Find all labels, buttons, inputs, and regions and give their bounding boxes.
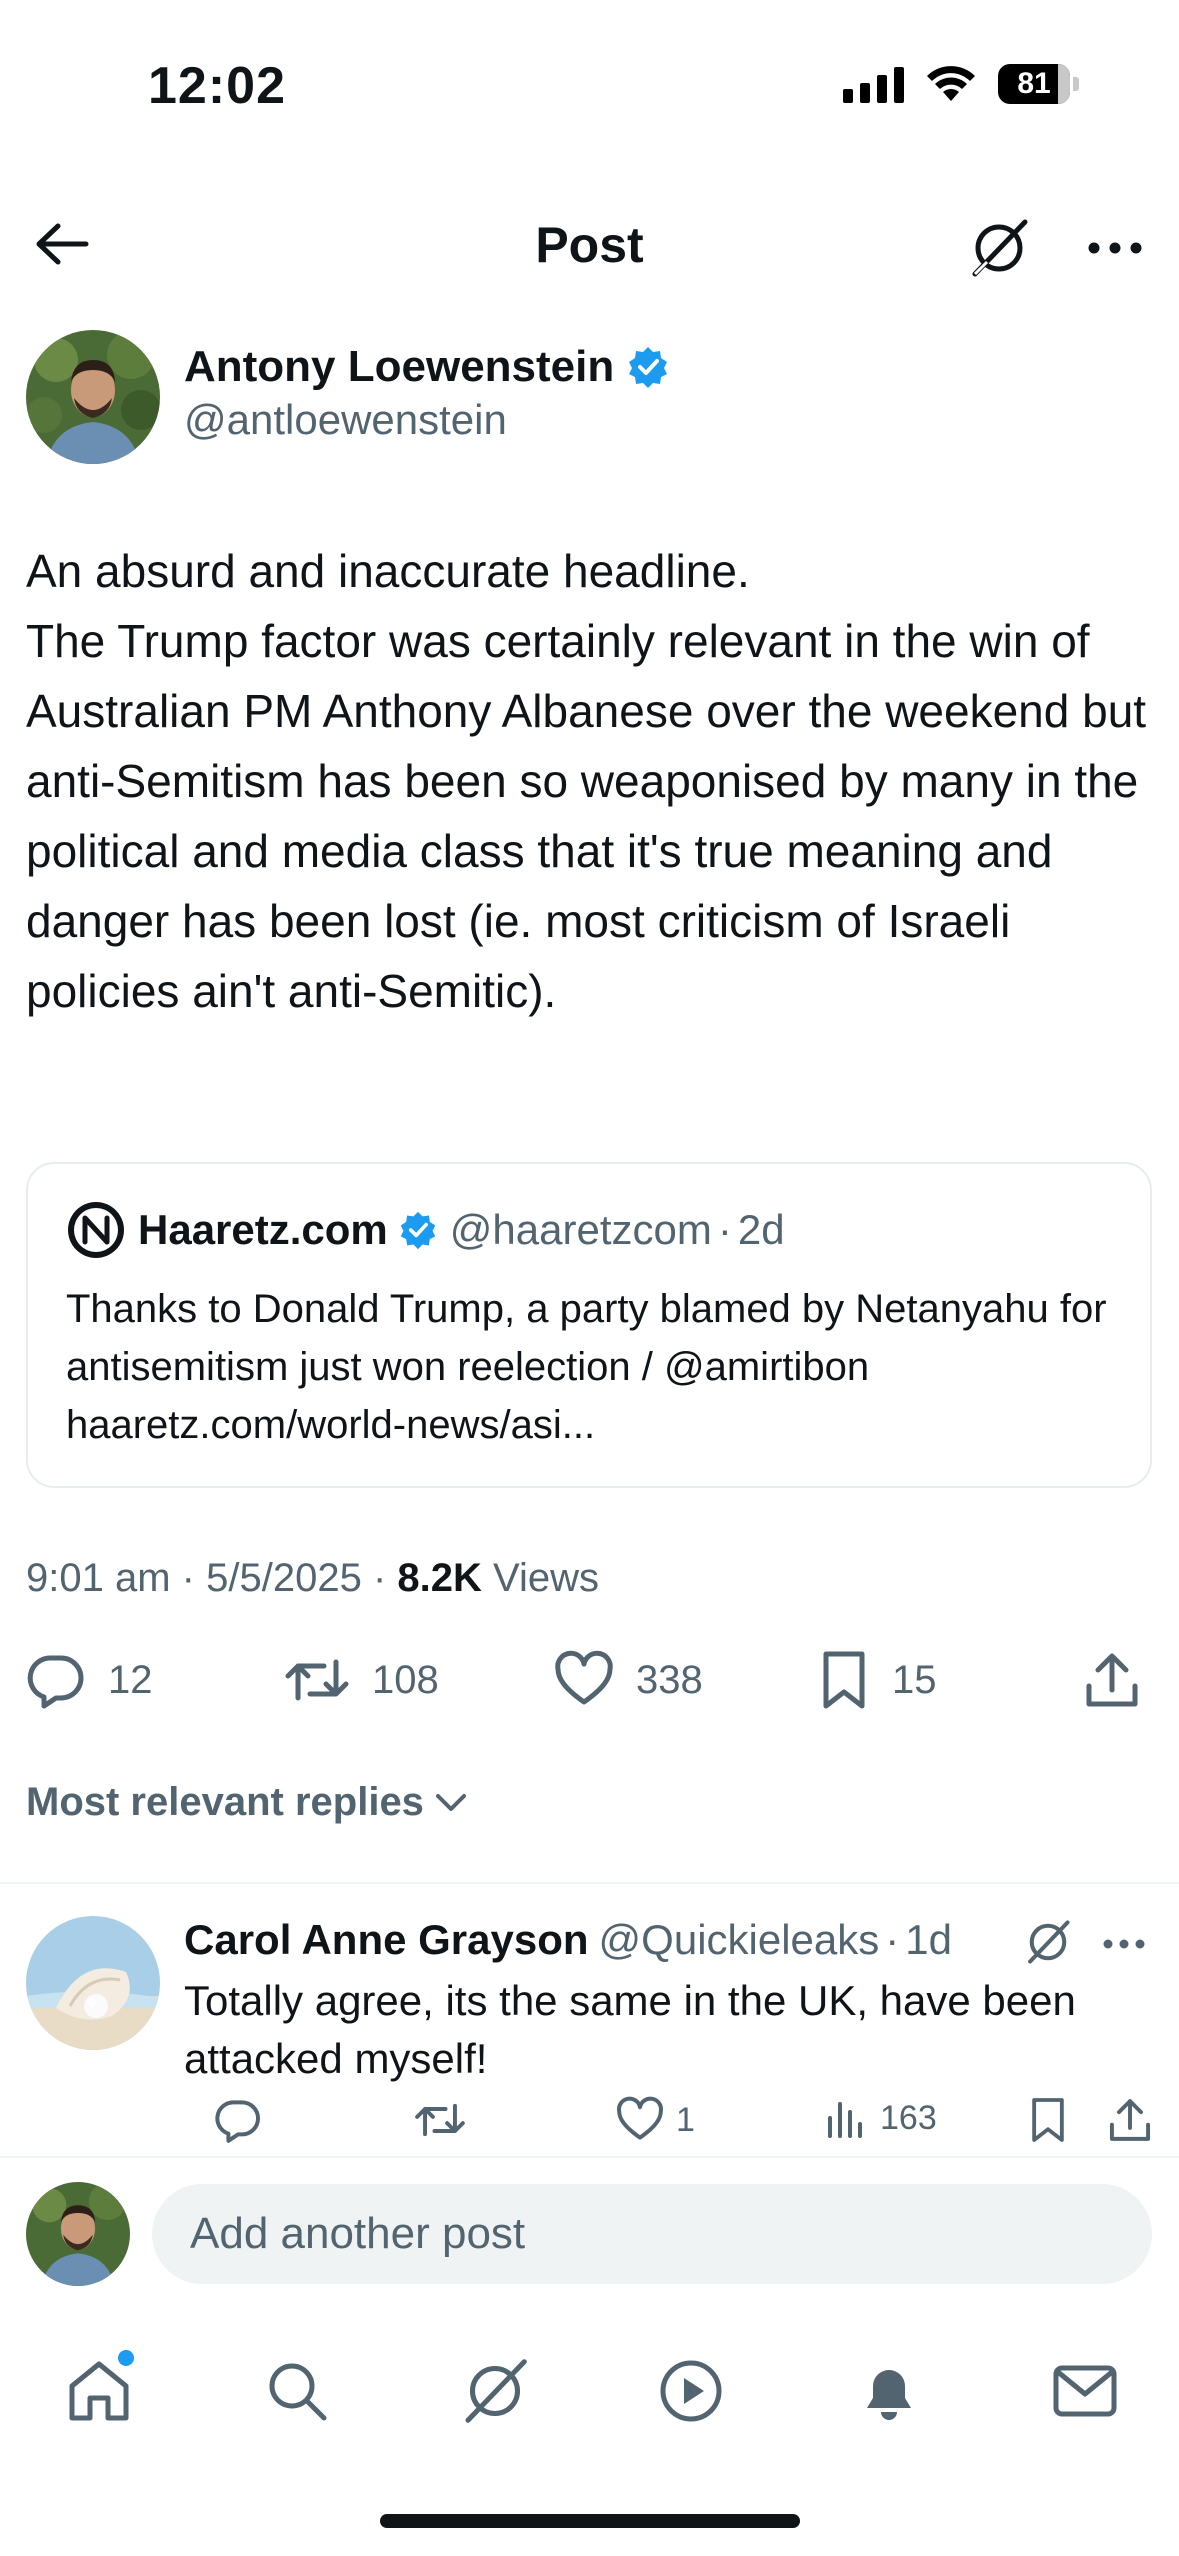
- reply-bookmark-button[interactable]: [1028, 2096, 1068, 2144]
- post-date: 5/5/2025: [206, 1556, 362, 1600]
- quoted-post-header: Haaretz.com @haaretzcom · 2d: [66, 1200, 785, 1260]
- grok-button[interactable]: [959, 208, 1039, 288]
- wifi-icon: [927, 66, 975, 101]
- reply-like-button[interactable]: 1: [616, 2096, 695, 2144]
- reply-icon: [215, 2100, 260, 2143]
- post-meta: 9:01 am · 5/5/2025 · 8.2K Views: [26, 1556, 599, 1601]
- quoted-post[interactable]: Haaretz.com @haaretzcom · 2d Thanks to D…: [26, 1162, 1152, 1488]
- reply-author-avatar[interactable]: [26, 1916, 160, 2050]
- haaretz-logo-icon: [68, 1202, 124, 1258]
- post-header: Post: [0, 190, 1179, 300]
- meta-separator: ·: [372, 1556, 387, 1600]
- more-options-button[interactable]: [1075, 208, 1155, 288]
- status-icons: 81: [843, 64, 1079, 104]
- author-name-text: Antony Loewenstein: [184, 342, 615, 391]
- status-time: 12:02: [148, 57, 286, 115]
- signal-icon: [843, 65, 904, 103]
- reply-item[interactable]: Carol Anne Grayson @Quickieleaks · 1d To…: [26, 1916, 1166, 2156]
- author-name[interactable]: Antony Loewenstein: [184, 342, 670, 392]
- quoted-post-age: 2d: [737, 1206, 785, 1253]
- replies-sort-dropdown[interactable]: Most relevant replies: [26, 1780, 468, 1825]
- views-icon: [828, 2102, 862, 2138]
- like-button[interactable]: 338: [554, 1650, 703, 1710]
- nav-messages[interactable]: [1040, 2346, 1130, 2436]
- mail-icon: [1053, 2365, 1117, 2417]
- reply-author-name[interactable]: Carol Anne Grayson: [184, 1916, 589, 1964]
- battery-icon: 81: [998, 64, 1079, 104]
- reply-grok-button[interactable]: [1022, 1916, 1078, 1972]
- bell-icon: [867, 2370, 911, 2420]
- verified-icon: [629, 347, 668, 388]
- post-text: An absurd and inaccurate headline. The T…: [26, 545, 1147, 1017]
- reply-more-button[interactable]: [1096, 1916, 1152, 1972]
- reply-header: Carol Anne Grayson @Quickieleaks · 1d: [184, 1916, 952, 1964]
- repost-icon: [415, 2103, 465, 2137]
- verified-icon: [400, 1211, 436, 1250]
- more-icon: [1088, 242, 1142, 254]
- views-label: Views: [493, 1556, 599, 1600]
- reply-views[interactable]: 163: [824, 2096, 937, 2140]
- nav-home[interactable]: [54, 2346, 144, 2436]
- author-handle[interactable]: @antloewenstein: [184, 396, 507, 444]
- compose-bar: Add another post: [0, 2156, 1179, 2306]
- divider: [0, 1882, 1179, 1884]
- replies-sort-label: Most relevant replies: [26, 1780, 424, 1824]
- current-user-avatar[interactable]: [26, 2182, 130, 2286]
- share-icon: [1109, 2099, 1151, 2141]
- grok-icon: [972, 219, 1028, 277]
- repost-icon: [285, 1659, 349, 1701]
- post-time: 9:01 am: [26, 1556, 171, 1600]
- like-icon: [555, 1650, 613, 1705]
- reply-text: Totally agree, its the same in the UK, h…: [184, 1977, 1076, 2082]
- reply-like-count: 1: [676, 2100, 695, 2139]
- bookmark-icon: [1032, 2098, 1064, 2142]
- home-icon: [69, 2361, 129, 2421]
- bookmark-count: 15: [892, 1657, 937, 1702]
- reply-button[interactable]: 12: [26, 1650, 153, 1710]
- more-icon: [1103, 1939, 1145, 1949]
- nav-videos[interactable]: [646, 2346, 736, 2436]
- reply-view-count: 163: [880, 2098, 937, 2137]
- grok-icon: [1028, 1920, 1070, 1964]
- battery-level: 81: [1017, 67, 1051, 100]
- share-button[interactable]: [1084, 1650, 1140, 1710]
- bookmark-button[interactable]: 15: [818, 1650, 937, 1710]
- nav-notifications[interactable]: [844, 2346, 934, 2436]
- share-icon: [1086, 1653, 1138, 1707]
- repost-count: 108: [372, 1657, 439, 1702]
- views-count: 8.2K: [397, 1556, 482, 1600]
- search-icon: [269, 2363, 327, 2421]
- home-indicator[interactable]: [380, 2514, 800, 2528]
- bottom-nav: [0, 2306, 1179, 2486]
- like-icon: [617, 2096, 663, 2140]
- quoted-author-handle: @haaretzcom: [449, 1206, 712, 1253]
- reply-actions: 1 163: [184, 2096, 1164, 2156]
- quoted-post-text: Thanks to Donald Trump, a party blamed b…: [66, 1287, 1107, 1447]
- repost-button[interactable]: 108: [284, 1650, 439, 1710]
- reply-count: 12: [108, 1657, 153, 1702]
- post-actions: 12 108 338 15: [26, 1650, 1156, 1722]
- reply-reply-button[interactable]: [214, 2096, 262, 2144]
- quoted-author-name: Haaretz.com: [138, 1206, 388, 1253]
- quoted-separator: ·: [717, 1206, 732, 1253]
- reply-age: 1d: [905, 1916, 952, 1963]
- meta-separator: ·: [181, 1556, 195, 1600]
- chevron-down-icon: [435, 1793, 466, 1811]
- nav-search[interactable]: [252, 2346, 342, 2436]
- reply-repost-button[interactable]: [414, 2096, 466, 2144]
- status-bar: 12:02 81: [0, 0, 1179, 170]
- reply-separator: ·: [885, 1916, 900, 1963]
- play-icon: [660, 2360, 722, 2422]
- post-author: Antony Loewenstein @antloewenstein: [26, 330, 1156, 470]
- reply-share-button[interactable]: [1108, 2096, 1152, 2144]
- nav-grok[interactable]: [450, 2346, 540, 2436]
- like-count: 338: [636, 1657, 703, 1702]
- author-avatar[interactable]: [26, 330, 160, 464]
- bookmark-icon: [823, 1651, 865, 1709]
- notification-dot: [118, 2350, 134, 2366]
- reply-icon: [27, 1655, 84, 1709]
- add-post-input[interactable]: Add another post: [152, 2184, 1152, 2284]
- reply-author-handle[interactable]: @Quickieleaks: [599, 1916, 880, 1964]
- grok-icon: [465, 2359, 527, 2423]
